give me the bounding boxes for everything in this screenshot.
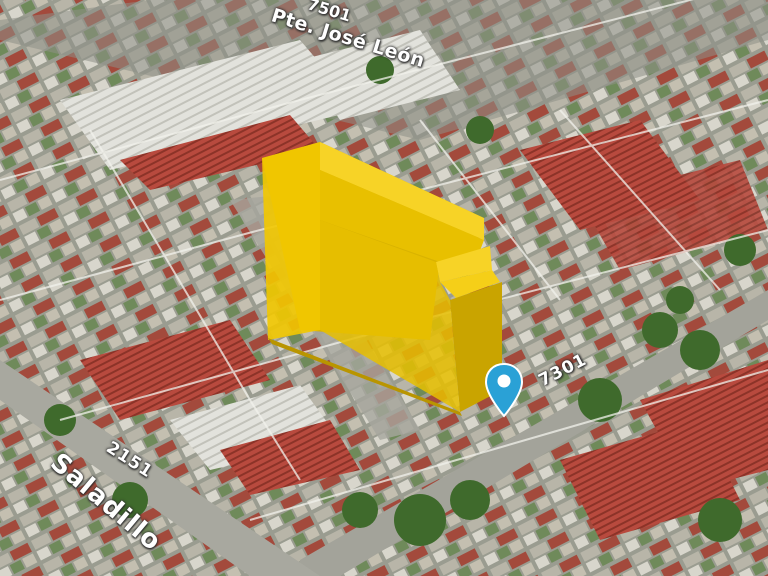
location-pin-icon[interactable] [484,362,524,418]
satellite-imagery [0,0,768,576]
map-viewport[interactable]: Pte. José León 7501 7301 2151 Saladillo [0,0,768,576]
